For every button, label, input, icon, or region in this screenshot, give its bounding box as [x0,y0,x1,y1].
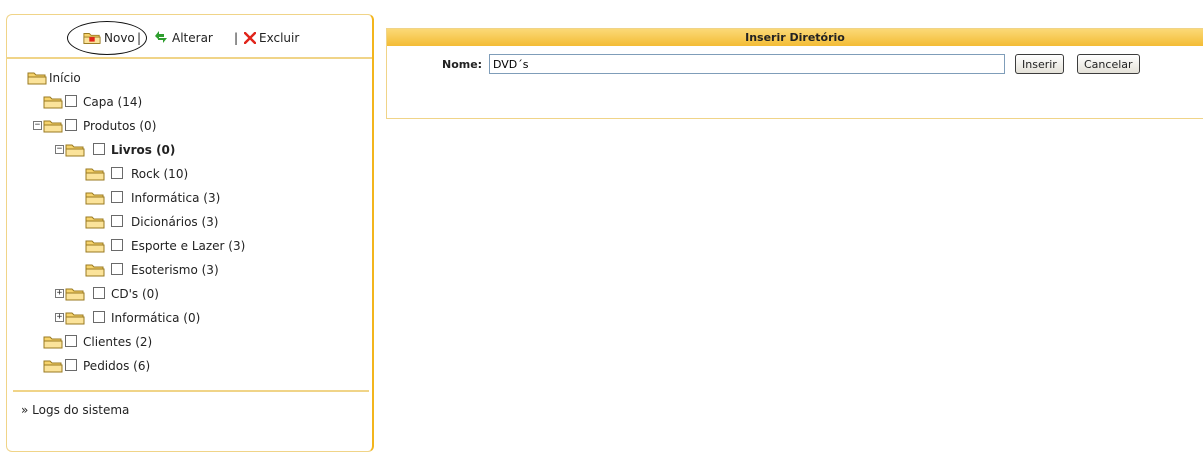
tree-item-label: Esoterismo (3) [131,263,219,277]
name-field-label: Nome: [442,58,483,71]
cancel-button[interactable]: Cancelar [1077,54,1140,74]
tree-item-label: Clientes (2) [83,335,153,349]
folder-icon [65,311,85,325]
tree-item-label: Capa (14) [83,95,143,109]
insert-directory-panel: Inserir Diretório Nome: Inserir Cancelar [386,28,1203,119]
folder-icon [85,191,105,205]
tree-item-label: Informática (3) [131,191,221,205]
directory-panel: Novo | Alterar | Excluir Início Capa (14… [6,14,374,452]
tree-item-checkbox[interactable] [65,119,77,131]
new-button-label: Novo [104,31,135,45]
tree-item-label: Dicionários (3) [131,215,219,229]
folder-icon [43,335,63,349]
new-folder-icon [83,31,101,45]
delete-button-label: Excluir [259,31,300,45]
tree-item-label: CD's (0) [111,287,159,301]
folder-icon [85,215,105,229]
insert-button[interactable]: Inserir [1015,54,1064,74]
tree-item-label: Esporte e Lazer (3) [131,239,246,253]
tree-item-checkbox[interactable] [111,191,123,203]
tree-item-label: Produtos (0) [83,119,157,133]
tree-item-checkbox[interactable] [65,359,77,371]
folder-icon [65,143,85,157]
tree-item-checkbox[interactable] [65,95,77,107]
tree-item-checkbox[interactable] [111,167,123,179]
folder-icon [43,359,63,373]
expand-icon[interactable]: + [55,289,64,298]
toolbar-separator: | [137,31,142,45]
folder-icon [43,95,63,109]
delete-x-icon [244,32,256,44]
tree-item-checkbox[interactable] [93,287,105,299]
name-input[interactable] [489,54,1005,74]
tree-item-label: Livros (0) [111,143,176,157]
panel-title: Inserir Diretório [387,29,1203,46]
divider [13,390,369,392]
edit-arrows-icon [155,31,167,43]
tree-toolbar: Novo | Alterar | Excluir [7,15,372,59]
tree-item-label: Pedidos (6) [83,359,151,373]
folder-icon [85,167,105,181]
collapse-icon[interactable]: − [33,121,42,130]
folder-icon [85,263,105,277]
tree-item-checkbox[interactable] [65,335,77,347]
tree-item-checkbox[interactable] [111,239,123,251]
system-logs-link[interactable]: » Logs do sistema [21,403,129,417]
folder-icon [85,239,105,253]
tree-root-label: Início [49,71,81,85]
tree-item-checkbox[interactable] [93,143,105,155]
tree-item-checkbox[interactable] [111,215,123,227]
folder-icon [43,119,63,133]
folder-icon [65,287,85,301]
folder-icon [27,71,47,85]
edit-button-label: Alterar [172,31,213,45]
expand-icon[interactable]: + [55,313,64,322]
collapse-icon[interactable]: − [55,145,64,154]
tree-item-label: Rock (10) [131,167,189,181]
tree-item-checkbox[interactable] [93,311,105,323]
toolbar-separator: | [234,31,239,45]
tree-item-label: Informática (0) [111,311,201,325]
tree-item-checkbox[interactable] [111,263,123,275]
